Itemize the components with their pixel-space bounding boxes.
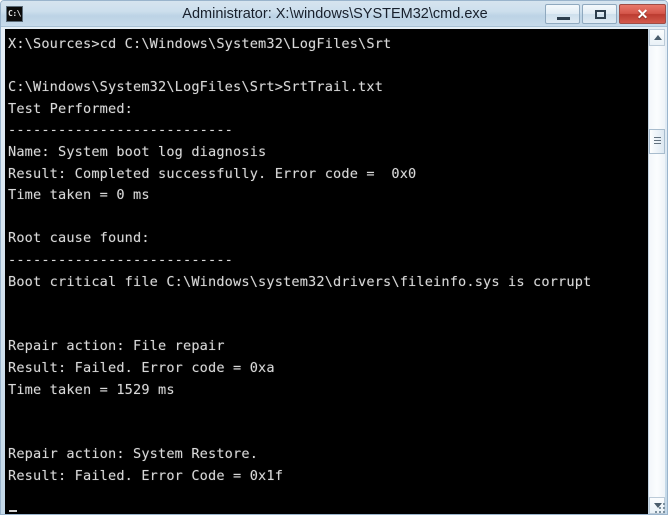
console-output-area[interactable]: X:\Sources>cd C:\Windows\System32\LogFil… [5, 29, 665, 514]
scroll-up-button[interactable] [649, 29, 665, 46]
window-controls: ✕ [545, 4, 666, 24]
close-icon: ✕ [636, 6, 649, 22]
console-text: X:\Sources>cd C:\Windows\System32\LogFil… [8, 36, 592, 484]
close-button[interactable]: ✕ [619, 4, 666, 24]
text-cursor [9, 510, 17, 512]
vertical-scrollbar[interactable] [648, 29, 665, 514]
scrollbar-thumb[interactable] [649, 129, 665, 154]
maximize-button[interactable] [582, 4, 617, 24]
chevron-up-icon [654, 35, 662, 40]
maximize-icon [595, 10, 606, 19]
cmd-window: C:\ Administrator: X:\windows\SYSTEM32\c… [0, 0, 668, 515]
minimize-icon [557, 17, 570, 20]
grip-icon [654, 137, 661, 138]
resize-grip[interactable] [651, 499, 665, 513]
title-bar[interactable]: C:\ Administrator: X:\windows\SYSTEM32\c… [1, 1, 667, 27]
minimize-button[interactable] [545, 4, 580, 24]
